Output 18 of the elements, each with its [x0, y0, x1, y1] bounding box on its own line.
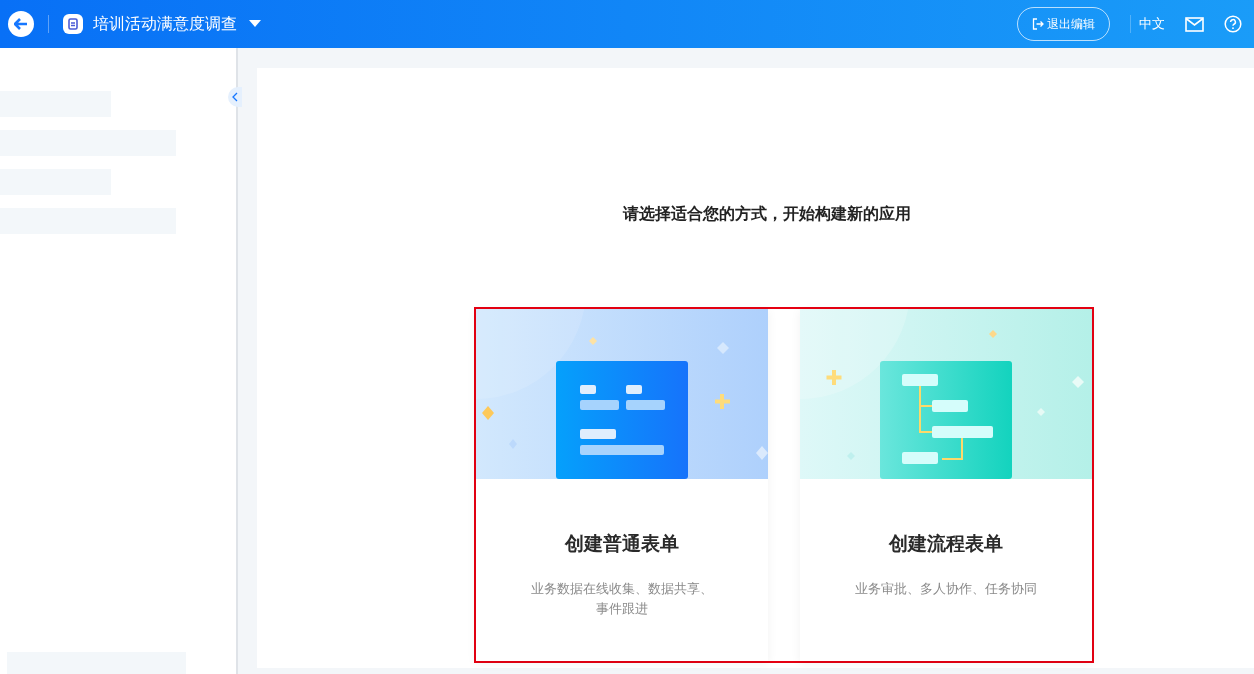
exit-icon	[1032, 18, 1044, 30]
page-heading: 请选择适合您的方式，开始构建新的应用	[623, 204, 911, 225]
help-icon[interactable]	[1224, 15, 1242, 33]
option-card[interactable]: 创建流程表单 业务审批、多人协作、任务协同	[800, 309, 1092, 661]
mail-icon[interactable]	[1185, 16, 1204, 32]
chevron-left-icon	[232, 92, 238, 102]
card-title: 创建普通表单	[565, 531, 679, 556]
back-button[interactable]	[8, 11, 34, 37]
card-description: 业务数据在线收集、数据共享、事件跟进	[531, 580, 713, 618]
collapse-button[interactable]	[228, 87, 242, 107]
caret-icon[interactable]	[249, 20, 261, 28]
card-title: 创建流程表单	[889, 531, 1003, 556]
document-icon	[63, 14, 83, 34]
option-card[interactable]: 创建普通表单 业务数据在线收集、数据共享、事件跟进	[476, 309, 768, 661]
app-title[interactable]: 培训活动满意度调查	[93, 13, 237, 35]
back-arrow-icon	[14, 18, 28, 30]
card-description: 业务审批、多人协作、任务协同	[855, 580, 1037, 598]
language-link[interactable]: 中文	[1139, 15, 1165, 33]
